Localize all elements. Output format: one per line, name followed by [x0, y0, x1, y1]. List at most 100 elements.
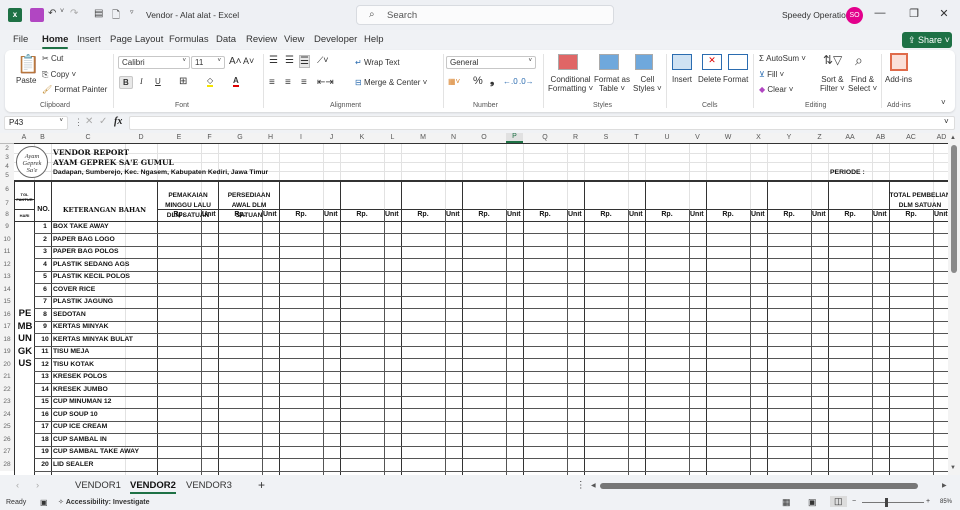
comma-button[interactable]: ❟ [490, 75, 494, 88]
table-row[interactable]: 10 KERTAS MINYAK BULAT [38, 336, 133, 343]
tab-home[interactable]: Home [42, 34, 69, 49]
indent-icon[interactable]: ⇤⇥ [317, 77, 334, 88]
row-header[interactable]: 22 [0, 383, 14, 396]
row-header[interactable]: 16 [0, 308, 14, 321]
add-ins-button[interactable]: Add-ins [885, 75, 912, 84]
column-header[interactable]: AB [872, 134, 889, 141]
table-row[interactable]: 4 PLASTIK SEDANG AGS [38, 261, 129, 268]
underline-button[interactable]: U [155, 77, 161, 86]
row-header[interactable]: 18 [0, 333, 14, 346]
delete-cells-icon[interactable]: ✕ [702, 54, 722, 70]
table-row[interactable]: 19 CUP SAMBAL TAKE AWAY [38, 448, 139, 455]
next-sheet-icon[interactable]: › [36, 480, 39, 491]
clear-button[interactable]: ◆ Clear ˅ [759, 85, 793, 94]
sheet-tab-vendor2[interactable]: VENDOR2 [130, 480, 176, 494]
format-button[interactable]: Format [723, 75, 748, 84]
paste-button[interactable]: Paste [16, 76, 36, 85]
delete-button[interactable]: Delete [698, 75, 721, 84]
paste-icon[interactable]: 📋 [17, 54, 39, 75]
zoom-slider[interactable] [862, 502, 924, 503]
row-header[interactable]: 19 [0, 346, 14, 358]
row-header[interactable]: 25 [0, 421, 14, 433]
row-header[interactable]: 24 [0, 408, 14, 421]
tab-view[interactable]: View [284, 34, 304, 45]
vertical-scroll-thumb[interactable] [951, 145, 957, 273]
borders-icon[interactable]: ⊞ [179, 76, 187, 87]
enter-icon[interactable]: ✓ [99, 116, 107, 127]
cell-styles-icon[interactable] [635, 54, 653, 70]
insert-button[interactable]: Insert [672, 75, 692, 84]
column-header[interactable]: Z [811, 134, 828, 141]
page-break-view-icon[interactable]: ◫ [830, 496, 847, 507]
table-row[interactable]: 5 PLASTIK KECIL POLOS [38, 273, 130, 280]
row-header[interactable]: 8 [0, 209, 14, 221]
decrease-font-icon[interactable]: A˅ [243, 56, 254, 66]
column-header[interactable]: Y [767, 134, 811, 141]
form-icon[interactable]: ▤ [94, 8, 103, 19]
format-as-table-button[interactable]: Format as Table ˅ [594, 75, 630, 93]
tab-review[interactable]: Review [246, 34, 277, 45]
column-header[interactable]: T [628, 134, 645, 141]
wrap-text-button[interactable]: ↵ Wrap Text [355, 58, 400, 67]
row-header[interactable]: 21 [0, 371, 14, 383]
column-header[interactable]: I [279, 134, 323, 141]
vertical-scrollbar[interactable]: ▲ ▼ [948, 133, 960, 475]
format-as-table-icon[interactable] [599, 54, 619, 70]
sort-filter-button[interactable]: Sort & Filter ˅ [820, 75, 845, 93]
column-header[interactable]: E [157, 134, 201, 141]
print-preview-icon[interactable]: 🗋 [112, 8, 120, 25]
insert-function-icon[interactable]: fx [114, 116, 122, 127]
align-middle-icon[interactable]: ☰ [285, 55, 294, 66]
sheet-tab-vendor1[interactable]: VENDOR1 [75, 480, 121, 491]
conditional-formatting-icon[interactable] [558, 54, 578, 70]
increase-font-icon[interactable]: A˄ [229, 56, 242, 67]
currency-icon[interactable]: ▦˅ [448, 77, 460, 86]
row-header[interactable]: 17 [0, 321, 14, 333]
row-header[interactable]: 6 [0, 180, 14, 199]
name-box[interactable]: P43 ˅ [4, 116, 68, 130]
table-row[interactable]: 15 CUP MINUMAN 12 [38, 398, 111, 405]
increase-decimal-icon[interactable]: ←.0 [503, 77, 518, 86]
row-header[interactable]: 20 [0, 358, 14, 371]
decrease-decimal-icon[interactable]: .0→ [519, 77, 534, 86]
merge-center-button[interactable]: ⊟ Merge & Center ˅ [355, 78, 427, 87]
accessibility-button[interactable]: ✧ Accessibility: Investigate [58, 498, 149, 506]
tab-page-layout[interactable]: Page Layout [110, 34, 163, 45]
row-header[interactable]: 7 [0, 199, 14, 209]
table-row[interactable]: 8 SEDOTAN [38, 311, 86, 318]
share-button[interactable]: ⇪ Share ˅ [902, 32, 952, 48]
add-ins-icon[interactable] [890, 53, 908, 71]
table-row[interactable]: 20 LID SEALER [38, 461, 93, 468]
copy-button[interactable]: ⎘ Copy ˅ [42, 70, 76, 80]
align-left-icon[interactable]: ≡ [269, 77, 275, 88]
page-layout-view-icon[interactable]: ▣ [808, 497, 817, 508]
column-header[interactable]: M [401, 134, 445, 141]
row-header[interactable]: 12 [0, 258, 14, 271]
horizontal-scroll-thumb[interactable] [600, 483, 918, 489]
undo-icon[interactable]: ↶ [48, 8, 56, 19]
italic-button[interactable]: I [140, 77, 143, 86]
column-header[interactable]: D [125, 134, 157, 141]
zoom-out-button[interactable]: − [852, 498, 856, 505]
table-row[interactable]: 14 KRESEK JUMBO [38, 386, 108, 393]
macro-record-icon[interactable]: ▣ [40, 498, 48, 507]
bold-button[interactable]: B [119, 76, 133, 89]
column-header[interactable]: B [34, 134, 51, 141]
table-row[interactable]: 12 TISU KOTAK [38, 361, 94, 368]
table-row[interactable]: 6 COVER RICE [38, 286, 95, 293]
column-header[interactable]: F [201, 134, 218, 141]
orientation-icon[interactable]: ⟋˅ [317, 55, 329, 66]
percent-button[interactable]: % [473, 75, 483, 87]
row-header[interactable]: 10 [0, 233, 14, 246]
row-header[interactable]: 5 [0, 171, 14, 180]
column-header[interactable]: V [689, 134, 706, 141]
fill-color-icon[interactable]: ◇ [207, 76, 214, 87]
row-header[interactable]: 26 [0, 433, 14, 446]
column-header[interactable]: H [262, 134, 279, 141]
column-header[interactable]: Q [523, 134, 567, 141]
table-row[interactable]: 17 CUP ICE CREAM [38, 423, 107, 430]
tab-insert[interactable]: Insert [77, 34, 101, 45]
column-header[interactable]: R [567, 134, 584, 141]
column-header[interactable]: C [51, 134, 125, 141]
find-select-button[interactable]: Find & Select ˅ [848, 75, 877, 93]
